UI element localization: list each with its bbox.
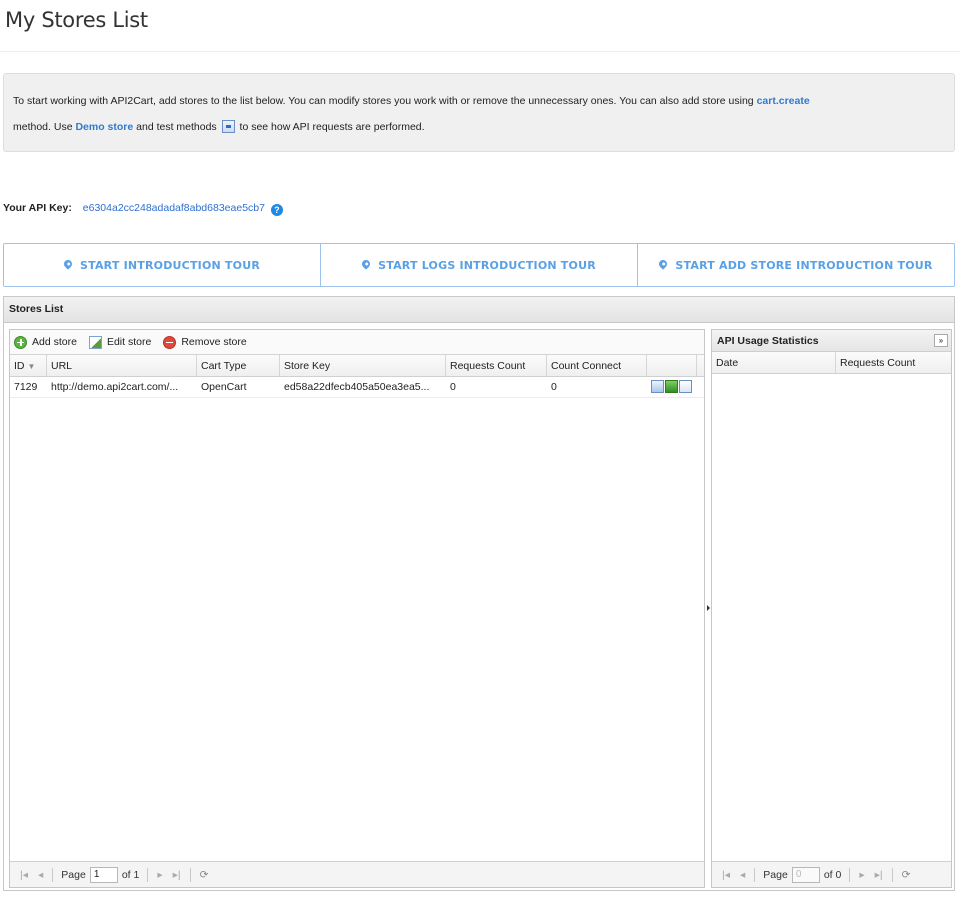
usage-stats-header: API Usage Statistics »: [712, 330, 951, 352]
stores-panel: Stores List Add store Edit store Remove …: [3, 296, 955, 891]
usage-pager: |◂ ◂ Page of 0 ▸ ▸| ⟳: [712, 861, 951, 887]
column-header-cart-type[interactable]: Cart Type: [197, 355, 280, 376]
refresh-icon[interactable]: ⟳: [902, 869, 911, 881]
stores-grid-header: ID ▼ URL Cart Type Store Key Requests Cou…: [10, 355, 704, 377]
pager-divider: [754, 867, 756, 882]
info-box: To start working with API2Cart, add stor…: [3, 73, 955, 152]
start-logs-tour-button[interactable]: START LOGS INTRODUCTION TOUR: [321, 244, 638, 286]
cell-id: 7129: [14, 381, 38, 393]
api-key-label: Your API Key:: [3, 202, 72, 214]
cell-count-connect: 0: [551, 381, 557, 393]
table-row[interactable]: 7129 http://demo.api2cart.com/... OpenCa…: [10, 377, 704, 398]
pager-divider: [189, 867, 191, 882]
cell-cart-type: OpenCart: [201, 381, 247, 393]
pager-divider: [52, 867, 54, 882]
remove-store-button[interactable]: Remove store: [163, 335, 247, 349]
column-label: ID: [14, 360, 25, 372]
first-page-icon[interactable]: |◂: [20, 869, 28, 881]
last-page-icon[interactable]: ▸|: [875, 869, 883, 881]
stores-toolbar: Add store Edit store Remove store: [10, 330, 704, 355]
map-pin-icon: [62, 258, 74, 270]
edit-store-button[interactable]: Edit store: [88, 335, 152, 349]
edit-store-label: Edit store: [106, 336, 152, 348]
pager-divider: [147, 867, 149, 882]
info-text-1: To start working with API2Cart, add stor…: [13, 95, 757, 107]
start-add-store-tour-button[interactable]: START ADD STORE INTRODUCTION TOUR: [638, 244, 954, 286]
test-methods-icon: [221, 120, 235, 133]
page-label: Page: [61, 868, 86, 881]
column-header-date[interactable]: Date: [712, 352, 836, 373]
first-page-icon[interactable]: |◂: [722, 869, 730, 881]
column-header-store-key[interactable]: Store Key: [280, 355, 446, 376]
stores-panel-title: Stores List: [4, 297, 954, 323]
column-header-count-connect[interactable]: Count Connect: [547, 355, 647, 376]
map-pin-icon: [360, 258, 372, 270]
usage-stats-title: API Usage Statistics: [717, 335, 819, 347]
column-header-actions: [647, 355, 697, 376]
last-page-icon[interactable]: ▸|: [173, 869, 181, 881]
cell-requests-count: 0: [450, 381, 456, 393]
cell-actions: [647, 377, 697, 397]
pager-divider: [849, 867, 851, 882]
column-header-url[interactable]: URL: [47, 355, 197, 376]
info-text-2: method. Use: [13, 121, 76, 133]
page-of-label: of 0: [823, 868, 842, 881]
page-number-input[interactable]: [89, 866, 118, 883]
view-logs-icon[interactable]: [679, 380, 692, 393]
next-page-icon[interactable]: ▸: [859, 869, 864, 881]
export-icon[interactable]: [665, 380, 678, 393]
tour-buttons: START INTRODUCTION TOUR START LOGS INTRO…: [3, 243, 955, 287]
usage-grid-header: Date Requests Count: [712, 352, 951, 374]
stores-grid: Add store Edit store Remove store ID ▼ UR…: [9, 329, 705, 888]
pager-divider: [891, 867, 893, 882]
demo-store-link[interactable]: Demo store: [75, 121, 133, 133]
usage-stats-grid: API Usage Statistics » Date Requests Cou…: [711, 329, 952, 888]
test-methods-icon[interactable]: [651, 380, 664, 393]
stores-pager: |◂ ◂ Page of 1 ▸ ▸| ⟳: [10, 861, 704, 887]
cart-create-link[interactable]: cart.create: [757, 95, 810, 107]
remove-icon: [163, 335, 177, 349]
title-divider: [0, 51, 960, 52]
column-header-requests-count[interactable]: Requests Count: [446, 355, 547, 376]
start-introduction-tour-button[interactable]: START INTRODUCTION TOUR: [4, 244, 321, 286]
tour-label: START LOGS INTRODUCTION TOUR: [378, 258, 596, 272]
next-page-icon[interactable]: ▸: [157, 869, 162, 881]
collapse-panel-icon[interactable]: »: [934, 334, 948, 347]
refresh-icon[interactable]: ⟳: [200, 869, 209, 881]
remove-store-label: Remove store: [181, 336, 247, 348]
cell-url: http://demo.api2cart.com/...: [51, 381, 179, 393]
page-number-input[interactable]: [791, 866, 820, 883]
api-key-row: Your API Key: e6304a2cc248adadaf8abd683e…: [3, 202, 283, 216]
add-icon: [14, 335, 27, 349]
page-label: Page: [763, 868, 788, 881]
cell-store-key: ed58a22dfecb405a50ea3ea5...: [284, 381, 430, 393]
prev-page-icon[interactable]: ◂: [38, 869, 43, 881]
column-header-id[interactable]: ID ▼: [10, 355, 47, 376]
prev-page-icon[interactable]: ◂: [740, 869, 745, 881]
info-text-3: and test methods: [133, 121, 220, 133]
api-key-value[interactable]: e6304a2cc248adadaf8abd683eae5cb7: [83, 202, 265, 214]
page-title: My Stores List: [5, 8, 148, 32]
map-pin-icon: [657, 258, 670, 270]
add-store-button[interactable]: Add store: [14, 335, 77, 349]
edit-icon: [88, 335, 102, 349]
sort-desc-icon[interactable]: ▼: [28, 362, 36, 371]
column-header-requests-count[interactable]: Requests Count: [836, 352, 951, 373]
add-store-label: Add store: [32, 336, 77, 348]
help-icon[interactable]: ?: [270, 204, 283, 216]
tour-label: START INTRODUCTION TOUR: [80, 258, 260, 272]
page-of-label: of 1: [121, 868, 140, 881]
tour-label: START ADD STORE INTRODUCTION TOUR: [675, 258, 933, 272]
info-text-4: to see how API requests are performed.: [236, 121, 425, 133]
